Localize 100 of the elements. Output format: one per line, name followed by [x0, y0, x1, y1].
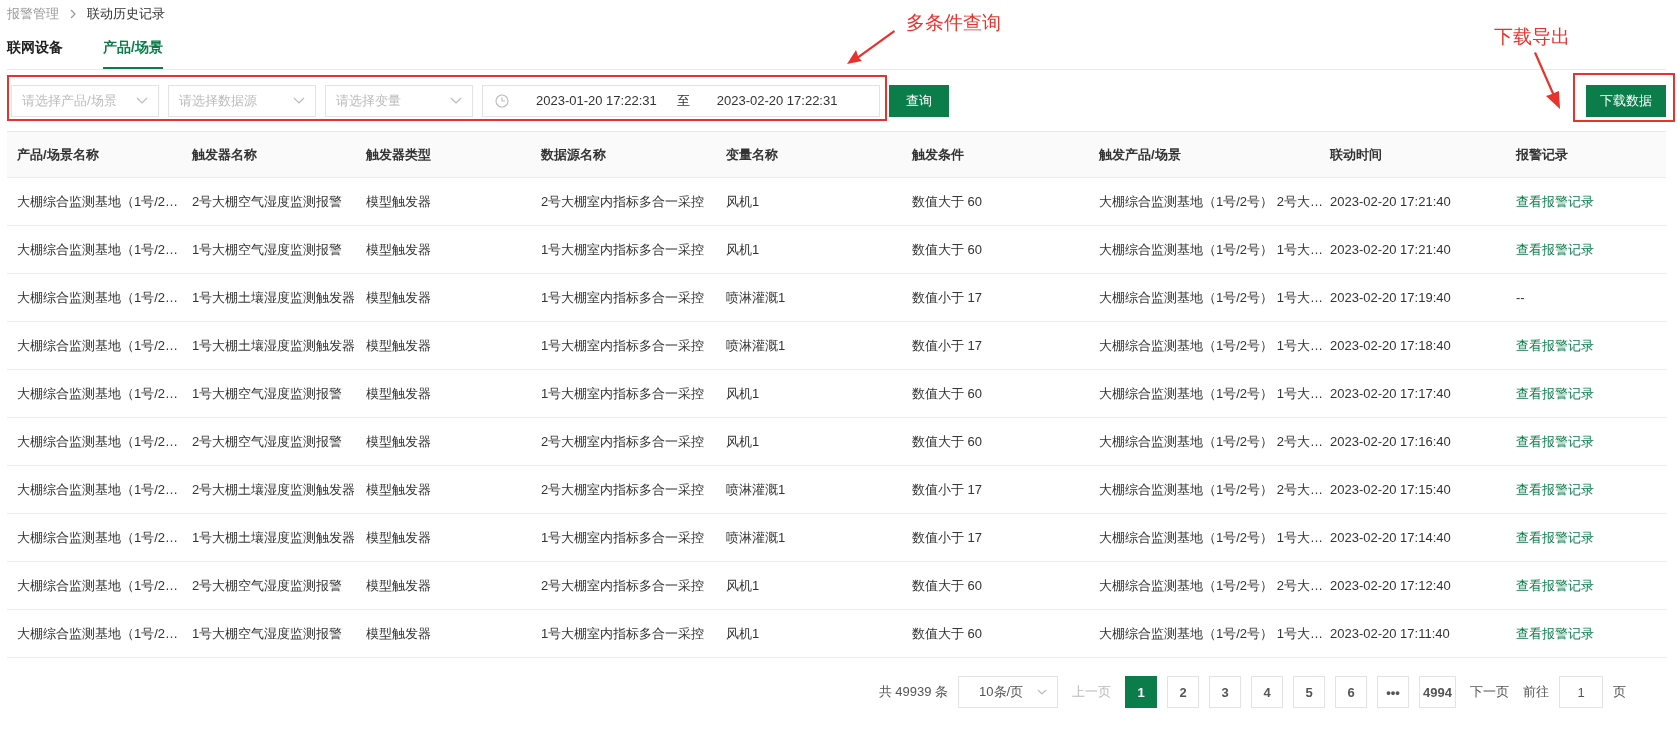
table-cell-text: 2号大棚空气湿度监测报警 [191, 192, 344, 211]
page-unit: 页 [1613, 683, 1626, 701]
table-cell-text: 大棚综合监测基地（1号/2… [16, 528, 180, 547]
column-header: 触发产品/场景 [1098, 145, 1182, 164]
table-cell-text: 2023-02-20 17:16:40 [1329, 434, 1452, 449]
annotation-label: 下载导出 [1494, 25, 1570, 49]
view-alarm-link[interactable]: 查看报警记录 [1516, 193, 1594, 209]
table-cell-text: 大棚综合监测基地（1号/2号） 1号大… [1098, 336, 1320, 355]
page-size-select[interactable]: 10条/页 [958, 676, 1059, 708]
tab[interactable]: 产品/场景 [103, 39, 163, 69]
column-header: 触发器名称 [191, 145, 258, 164]
table-cell-text: 风机1 [725, 192, 761, 211]
table-cell-text: 1号大棚空气湿度监测报警 [191, 384, 344, 403]
table-cell-text: 数值小于 17 [911, 336, 984, 355]
column-header: 数据源名称 [540, 145, 607, 164]
table-cell-text: 喷淋灌溉1 [725, 288, 787, 307]
table-cell-text: 风机1 [725, 432, 761, 451]
view-alarm-link[interactable]: 查看报警记录 [1516, 385, 1594, 401]
table-cell-text: 模型触发器 [365, 288, 432, 307]
chevron-down-icon [450, 96, 462, 105]
end-date: 2023-02-20 17:22:31 [716, 93, 838, 108]
table-cell-text: 1号大棚空气湿度监测报警 [191, 240, 344, 259]
tab[interactable]: 联网设备 [7, 39, 63, 69]
page-button[interactable]: 6 [1335, 676, 1368, 708]
start-date: 2023-01-20 17:22:31 [536, 93, 657, 108]
table-cell-text: 2023-02-20 17:19:40 [1329, 290, 1452, 305]
table-cell-text: 数值小于 17 [911, 528, 984, 547]
table-cell-text: 大棚综合监测基地（1号/2号） 1号大… [1098, 624, 1320, 643]
table-cell-text: 大棚综合监测基地（1号/2… [16, 336, 180, 355]
table-cell-text: 大棚综合监测基地（1号/2号） 2号大… [1098, 432, 1320, 451]
view-alarm-link[interactable]: 查看报警记录 [1516, 433, 1594, 449]
page-button[interactable]: 3 [1209, 676, 1242, 708]
page-button[interactable]: 2 [1167, 676, 1200, 708]
table-cell-text: 风机1 [725, 384, 761, 403]
page-button[interactable]: ••• [1377, 676, 1410, 708]
page-button[interactable]: 5 [1293, 676, 1326, 708]
annotation-arrow [1532, 52, 1562, 110]
view-alarm-link[interactable]: 查看报警记录 [1516, 241, 1594, 257]
table-cell-text: 风机1 [725, 240, 761, 259]
breadcrumb-item[interactable]: 报警管理 [7, 5, 59, 23]
table-cell-text: 数值小于 17 [911, 288, 984, 307]
view-alarm-link[interactable]: 查看报警记录 [1516, 529, 1594, 545]
chevron-down-icon [293, 96, 305, 105]
table-cell-text: 2023-02-20 17:21:40 [1329, 242, 1452, 257]
range-separator: 至 [676, 91, 690, 110]
table-cell-text: 大棚综合监测基地（1号/2… [16, 576, 180, 595]
table-cell-text: 数值大于 60 [911, 624, 984, 643]
chevron-down-icon [136, 96, 148, 105]
annotation-arrow [846, 28, 896, 66]
page-button[interactable]: 1 [1125, 676, 1158, 708]
column-header: 产品/场景名称 [16, 145, 100, 164]
annotation-label: 多条件查询 [906, 11, 1001, 35]
table-cell-text: 2023-02-20 17:11:40 [1329, 626, 1451, 641]
goto-label: 前往 [1523, 683, 1549, 701]
table-cell-text: 数值大于 60 [911, 192, 984, 211]
table-cell-text: 数值大于 60 [911, 384, 984, 403]
view-alarm-link[interactable]: 查看报警记录 [1516, 337, 1594, 353]
column-header: 变量名称 [725, 145, 779, 164]
table-cell: -- [1516, 290, 1525, 305]
table-cell-text: 大棚综合监测基地（1号/2号） 1号大… [1098, 240, 1320, 259]
table-cell-text: 1号大棚室内指标多合一采控 [540, 336, 706, 355]
table-cell-text: 2023-02-20 17:12:40 [1329, 578, 1452, 593]
view-alarm-link[interactable]: 查看报警记录 [1516, 577, 1594, 593]
table-cell-text: 模型触发器 [365, 576, 432, 595]
table-cell-text: 喷淋灌溉1 [725, 528, 787, 547]
table-cell-text: 大棚综合监测基地（1号/2号） 2号大… [1098, 480, 1320, 499]
table-cell-text: 大棚综合监测基地（1号/2… [16, 480, 180, 499]
table-cell-text: 2号大棚室内指标多合一采控 [540, 432, 706, 451]
date-range-field[interactable]: 2023-01-20 17:22:31 至 2023-02-20 17:22:31 [482, 84, 880, 117]
table-cell-text: 喷淋灌溉1 [725, 336, 787, 355]
table-cell-text: 1号大棚室内指标多合一采控 [540, 288, 706, 307]
page-button[interactable]: 4 [1251, 676, 1284, 708]
table-cell-text: 风机1 [725, 624, 761, 643]
table-cell-text: 2023-02-20 17:14:40 [1329, 530, 1452, 545]
table-cell-text: 大棚综合监测基地（1号/2… [16, 240, 180, 259]
table-cell-text: 模型触发器 [365, 528, 432, 547]
table-cell-text: 1号大棚土壤湿度监测触发器 [191, 336, 356, 355]
chevron-icon [69, 9, 77, 19]
page-input[interactable]: 1 [1559, 676, 1603, 708]
table-cell-text: 2023-02-20 17:18:40 [1329, 338, 1452, 353]
query-button[interactable]: 查询 [889, 84, 949, 117]
table-cell-text: 大棚综合监测基地（1号/2… [16, 432, 180, 451]
download-button[interactable]: 下载数据 [1586, 84, 1666, 117]
table-cell-text: 2号大棚空气湿度监测报警 [191, 432, 344, 451]
breadcrumb-item: 联动历史记录 [87, 5, 165, 23]
table-cell-text: 1号大棚室内指标多合一采控 [540, 624, 706, 643]
table-cell-text: 模型触发器 [365, 192, 432, 211]
table-cell-text: 2号大棚空气湿度监测报警 [191, 576, 344, 595]
table-cell-text: 数值小于 17 [911, 480, 984, 499]
table-cell-text: 1号大棚室内指标多合一采控 [540, 240, 706, 259]
table-cell-text: 数值大于 60 [911, 432, 984, 451]
view-alarm-link[interactable]: 查看报警记录 [1516, 625, 1594, 641]
table-cell-text: 大棚综合监测基地（1号/2… [16, 192, 180, 211]
table-cell-text: 模型触发器 [365, 336, 432, 355]
page-button[interactable]: 4994 [1419, 676, 1456, 708]
table-cell-text: 2号大棚室内指标多合一采控 [540, 576, 706, 595]
view-alarm-link[interactable]: 查看报警记录 [1516, 481, 1594, 497]
next-page-button[interactable]: 下一页 [1470, 683, 1509, 701]
column-header: 触发条件 [911, 145, 965, 164]
chevron-down-icon [1037, 689, 1048, 695]
